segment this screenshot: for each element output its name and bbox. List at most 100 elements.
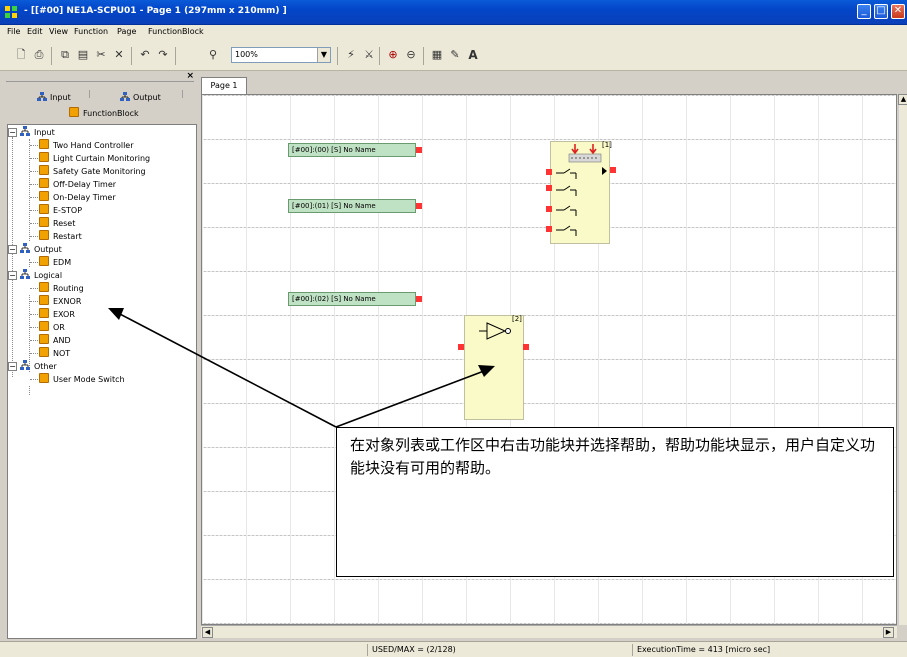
window-title: - [[#00] NE1A-SCPU01 - Page 1 (297mm x 2…: [24, 6, 287, 16]
undo-icon[interactable]: ↶: [137, 47, 153, 63]
tab-separator: |: [181, 89, 184, 98]
tab-functionblock[interactable]: FunctionBlock: [69, 107, 139, 118]
help-callout: 在对象列表或工作区中右击功能块并选择帮助，帮助功能块显示，用户自定义功能块没有可…: [336, 427, 894, 577]
chevron-down-icon[interactable]: ▼: [317, 48, 330, 62]
collapse-output[interactable]: −: [8, 245, 17, 254]
cut-icon[interactable]: ✂: [93, 47, 109, 63]
remove-page-icon[interactable]: ⊖: [403, 47, 419, 63]
tree-item-routing[interactable]: Routing: [39, 282, 84, 294]
delete-icon[interactable]: ✕: [111, 47, 127, 63]
tree-item-e-stop[interactable]: E-STOP: [39, 204, 82, 216]
scroll-up-icon[interactable]: ▲: [898, 94, 907, 105]
tree-node-input[interactable]: Input: [20, 126, 55, 138]
tree-item-exnor[interactable]: EXNOR: [39, 295, 81, 307]
collapse-logical[interactable]: −: [8, 271, 17, 280]
add-page-icon[interactable]: ⊕: [385, 47, 401, 63]
block-number: [2]: [512, 315, 522, 323]
function-block-icon: [39, 152, 49, 162]
redo-icon[interactable]: ↷: [155, 47, 171, 63]
tab-input[interactable]: Input: [37, 92, 71, 102]
close-icon[interactable]: ×: [186, 71, 194, 81]
tree-item-reset[interactable]: Reset: [39, 217, 75, 229]
horizontal-scrollbar[interactable]: ◀ ▶: [201, 625, 897, 638]
callout-text: 在对象列表或工作区中右击功能块并选择帮助，帮助功能块显示，用户自定义功能块没有可…: [350, 436, 876, 477]
tree-item-two-hand-controller[interactable]: Two Hand Controller: [39, 139, 134, 151]
vertical-scrollbar[interactable]: ▲: [898, 94, 907, 625]
minimize-button[interactable]: _: [857, 4, 871, 19]
tree-item-off-delay-timer[interactable]: Off-Delay Timer: [39, 178, 116, 190]
object-list-panel: × Input | Output | FunctionBlock − Input…: [0, 71, 197, 639]
tree-item-edm[interactable]: EDM: [39, 256, 71, 268]
zoom-select[interactable]: 100% ▼: [231, 47, 331, 63]
menu-function[interactable]: Function: [74, 27, 108, 36]
menu-page[interactable]: Page: [117, 27, 136, 36]
input-pin[interactable]: [546, 206, 552, 212]
status-execution-time: ExecutionTime = 413 [micro sec]: [632, 644, 902, 656]
maximize-button[interactable]: □: [874, 4, 888, 19]
collapse-other[interactable]: −: [8, 362, 17, 371]
tree-node-logical[interactable]: Logical: [20, 269, 62, 281]
tree-item-light-curtain-monitoring[interactable]: Light Curtain Monitoring: [39, 152, 150, 164]
function-block-1[interactable]: [550, 141, 610, 244]
function-block-icon: [39, 308, 49, 318]
tree-node-other[interactable]: Other: [20, 360, 57, 372]
function-block-icon: [39, 256, 49, 266]
menu-file[interactable]: File: [7, 27, 20, 36]
copy-icon[interactable]: ⧉: [57, 47, 73, 63]
tree-item-not[interactable]: NOT: [39, 347, 70, 359]
tree-node-output[interactable]: Output: [20, 243, 62, 255]
new-icon[interactable]: 🗋: [13, 47, 29, 63]
tree-item-safety-gate-monitoring[interactable]: Safety Gate Monitoring: [39, 165, 146, 177]
input-pin[interactable]: [546, 185, 552, 191]
function-block-icon: [39, 230, 49, 240]
output-pin[interactable]: [416, 147, 422, 153]
text-tool-button[interactable]: A: [465, 47, 481, 63]
panel-header: ×: [6, 71, 194, 82]
connect-icon[interactable]: ⚡: [343, 47, 359, 63]
block-number: [1]: [602, 141, 612, 149]
print-icon[interactable]: ⎙: [31, 47, 47, 63]
tab-output[interactable]: Output: [120, 92, 161, 102]
input-tag[interactable]: [#00]:(00) [S] No Name: [288, 143, 416, 157]
network-icon: [20, 360, 30, 370]
toolbar: 🗋 ⎙ ⧉ ▤ ✂ ✕ ↶ ↷ ⚲ 100% ▼ ⚡ ⚔ ⊕ ⊖ ▦ ✎ A: [0, 39, 907, 71]
function-block-icon: [39, 165, 49, 175]
function-block-2[interactable]: [464, 315, 524, 420]
output-pin[interactable]: [523, 344, 529, 350]
scroll-right-icon[interactable]: ▶: [883, 627, 894, 638]
output-pin[interactable]: [416, 203, 422, 209]
status-used-max: USED/MAX = (2/128): [367, 644, 627, 656]
output-pin[interactable]: [610, 167, 616, 173]
tree-item-user-mode-switch[interactable]: User Mode Switch: [39, 373, 125, 385]
input-tag[interactable]: [#00]:(02) [S] No Name: [288, 292, 416, 306]
function-block-icon: [69, 107, 79, 117]
menu-functionblock[interactable]: FunctionBlock: [148, 27, 204, 36]
tab-page-1[interactable]: Page 1: [201, 77, 247, 94]
output-pin[interactable]: [416, 296, 422, 302]
menu-view[interactable]: View: [49, 27, 68, 36]
input-pin[interactable]: [458, 344, 464, 350]
tree-item-or[interactable]: OR: [39, 321, 65, 333]
tab-separator: |: [88, 89, 91, 98]
zoom-icon[interactable]: ⚲: [205, 47, 221, 63]
collapse-input[interactable]: −: [8, 128, 17, 137]
app-icon: [5, 6, 17, 18]
tree-item-exor[interactable]: EXOR: [39, 308, 75, 320]
scroll-left-icon[interactable]: ◀: [202, 627, 213, 638]
paste-icon[interactable]: ▤: [75, 47, 91, 63]
function-block-icon: [39, 295, 49, 305]
close-button[interactable]: ✕: [891, 4, 905, 19]
edit-icon[interactable]: ✎: [447, 47, 463, 63]
function-block-icon: [39, 139, 49, 149]
reset-block-icon: [556, 144, 607, 236]
properties-icon[interactable]: ▦: [429, 47, 445, 63]
disconnect-icon[interactable]: ⚔: [361, 47, 377, 63]
tree-item-on-delay-timer[interactable]: On-Delay Timer: [39, 191, 116, 203]
tree-item-and[interactable]: AND: [39, 334, 71, 346]
input-tag[interactable]: [#00]:(01) [S] No Name: [288, 199, 416, 213]
network-icon: [20, 269, 30, 279]
input-pin[interactable]: [546, 169, 552, 175]
input-pin[interactable]: [546, 226, 552, 232]
menu-edit[interactable]: Edit: [27, 27, 43, 36]
tree-item-restart[interactable]: Restart: [39, 230, 82, 242]
